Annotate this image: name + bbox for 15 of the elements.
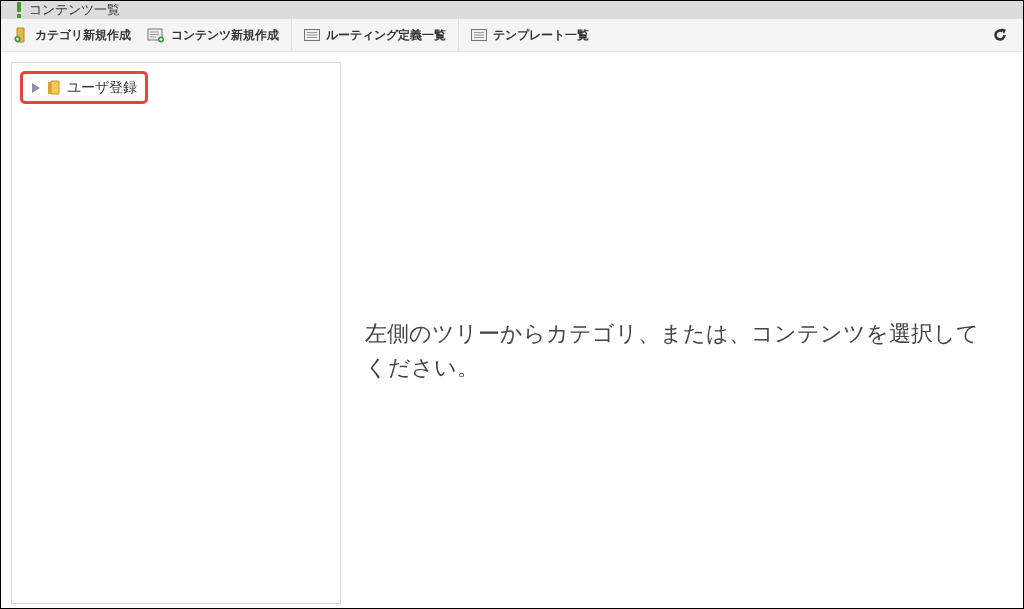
toolbar-button[interactable]: テンプレート一覧 (458, 19, 597, 51)
folder-icon (47, 80, 61, 95)
toolbar-button[interactable]: ルーティング定義一覧 (291, 19, 454, 51)
instruction-message: 左側のツリーからカテゴリ、または、コンテンツを選択してください。 (365, 320, 979, 382)
tree-item-label: ユーザ登録 (67, 78, 137, 97)
document-add-icon (147, 27, 165, 43)
toolbar-button[interactable]: カテゴリ新規作成 (5, 19, 139, 51)
exclamation-icon (17, 2, 21, 18)
window-title: コンテンツ一覧 (29, 1, 120, 20)
tree-item[interactable]: ユーザ登録 (20, 71, 148, 104)
toolbar-button[interactable]: コンテンツ新規作成 (139, 19, 287, 51)
list-icon (304, 28, 320, 42)
list-icon (471, 28, 487, 42)
refresh-icon (993, 28, 1007, 42)
collapsed-caret-icon[interactable] (31, 82, 41, 93)
